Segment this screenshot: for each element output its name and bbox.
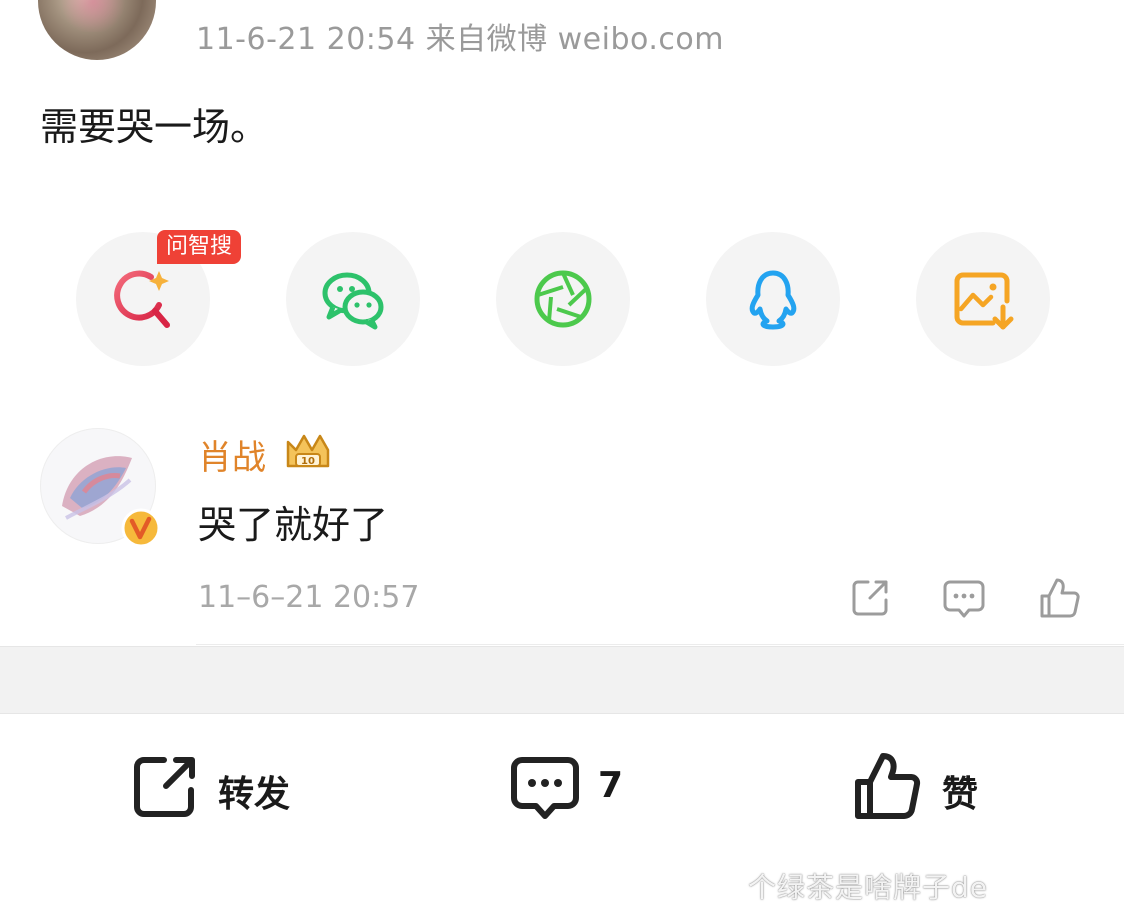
comment-button[interactable]: 7 bbox=[510, 752, 640, 822]
divider-line bbox=[196, 644, 1124, 645]
post-text: 需要哭一场。 bbox=[40, 105, 269, 149]
like-label: 赞 bbox=[942, 774, 979, 815]
comment-like-icon[interactable] bbox=[1038, 576, 1082, 620]
comment-reply-icon[interactable] bbox=[942, 576, 986, 620]
comment-text: 哭了就好了 bbox=[198, 503, 389, 547]
repost-button[interactable]: 转发 bbox=[130, 752, 300, 822]
wenzhisou-badge: 问智搜 bbox=[157, 230, 242, 264]
poster-avatar[interactable] bbox=[38, 0, 156, 60]
repost-icon bbox=[134, 757, 195, 817]
section-divider bbox=[0, 646, 1124, 714]
share-moments-button[interactable] bbox=[496, 232, 630, 366]
comment-username[interactable]: 肖战 bbox=[198, 430, 266, 479]
save-image-button[interactable] bbox=[916, 232, 1050, 366]
share-qq-button[interactable] bbox=[706, 232, 840, 366]
repost-label: 转发 bbox=[218, 774, 291, 815]
like-button[interactable]: 赞 bbox=[854, 752, 994, 822]
comment-count: 7 bbox=[598, 765, 624, 806]
comment-time: 11–6–21 20:57 bbox=[198, 580, 420, 615]
like-icon bbox=[855, 753, 921, 820]
comment-icon bbox=[511, 757, 579, 819]
post-meta: 11-6-21 20:54 来自微博 weibo.com bbox=[196, 22, 724, 57]
comment-repost-icon[interactable] bbox=[848, 576, 892, 620]
crown-fan-badge-icon: 10 bbox=[286, 434, 330, 468]
share-wechat-button[interactable] bbox=[286, 232, 420, 366]
close-icon[interactable] bbox=[1040, 0, 1080, 6]
search-sparkle-icon bbox=[114, 270, 170, 328]
wechat-icon bbox=[322, 272, 384, 330]
watermark: 个绿茶是啥牌子de bbox=[748, 871, 989, 904]
svg-text:10: 10 bbox=[301, 456, 315, 467]
qq-penguin-icon bbox=[749, 270, 797, 330]
moments-aperture-icon bbox=[534, 270, 592, 328]
verified-badge-icon bbox=[121, 508, 161, 548]
save-image-icon bbox=[954, 272, 1014, 330]
